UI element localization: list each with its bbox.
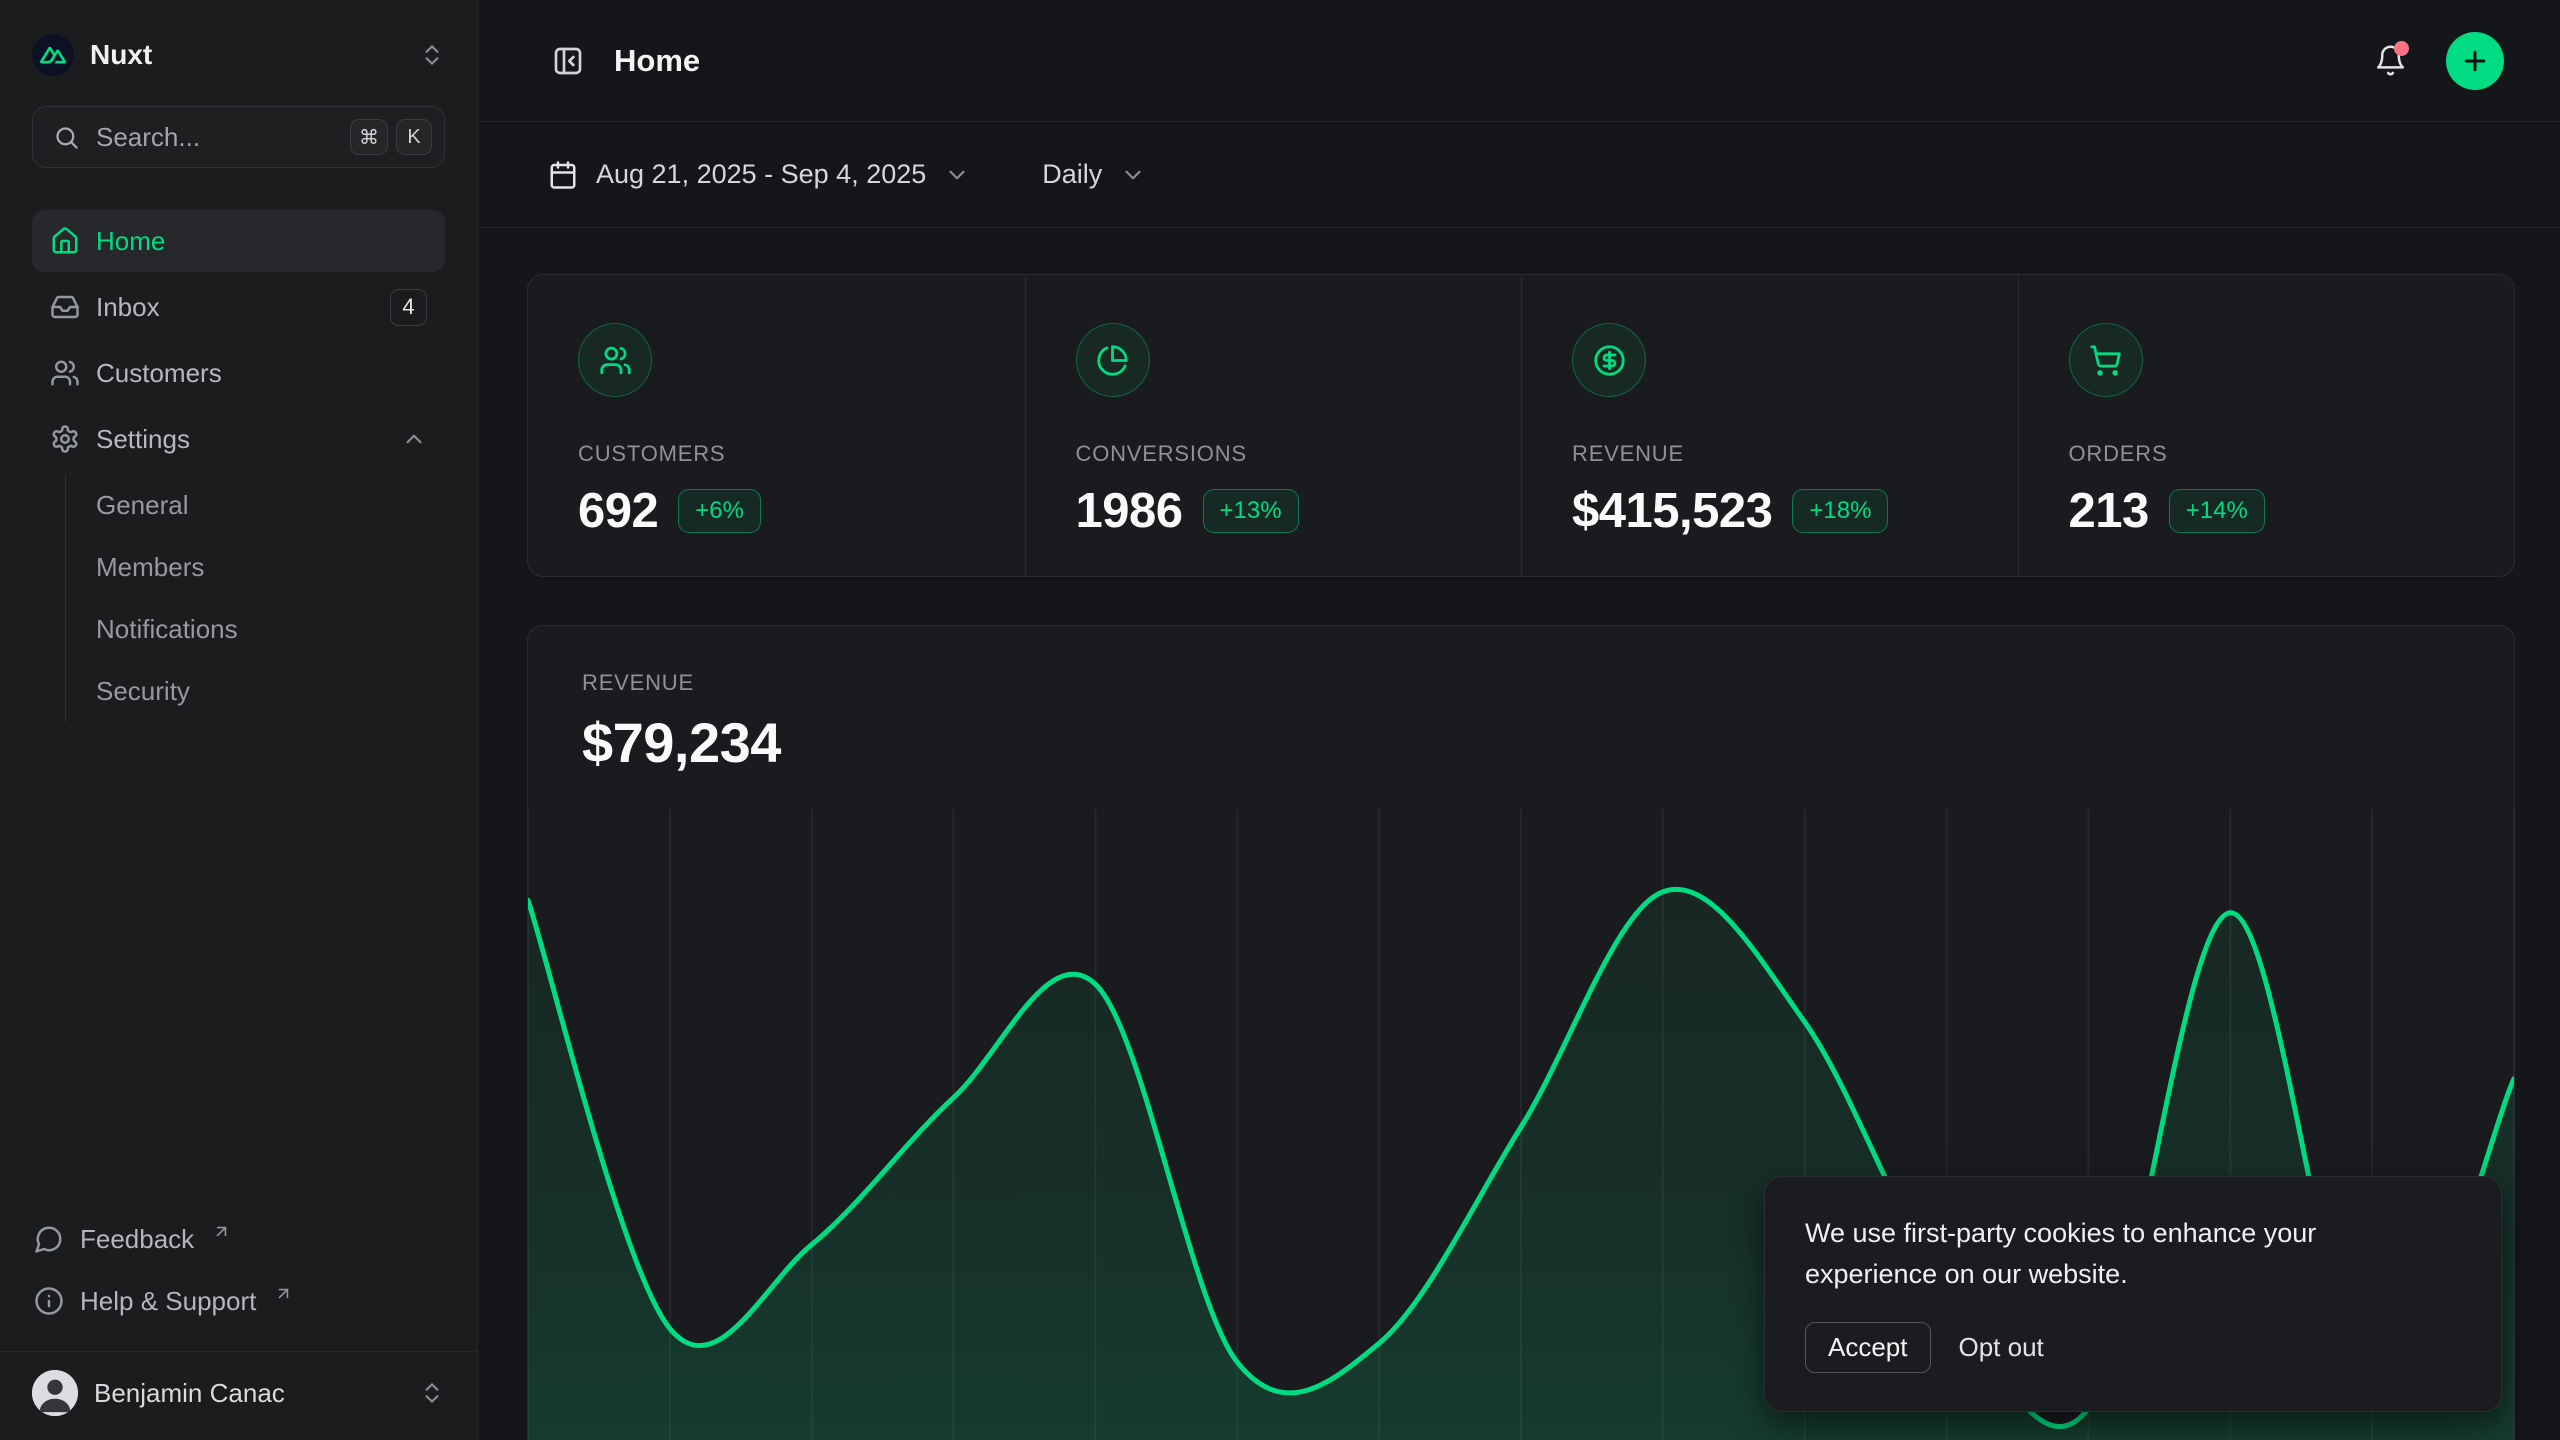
revenue-chart-head: REVENUE $79,234 xyxy=(528,626,2514,775)
sidebar-item-inbox[interactable]: Inbox 4 xyxy=(32,276,445,338)
notification-dot xyxy=(2394,41,2409,56)
user-name: Benjamin Canac xyxy=(94,1378,403,1409)
panel-left-close-icon xyxy=(552,45,584,77)
inbox-icon xyxy=(50,292,80,322)
stat-customers[interactable]: CUSTOMERS 692 +6% xyxy=(528,275,1025,576)
calendar-icon xyxy=(548,160,578,190)
revenue-chart-label: REVENUE xyxy=(582,670,2460,696)
nuxt-logo-icon xyxy=(32,34,74,76)
stat-label: CUSTOMERS xyxy=(578,441,1005,467)
help-support-label: Help & Support xyxy=(80,1286,256,1317)
stat-icon-badge xyxy=(2069,323,2143,397)
sidebar-item-settings[interactable]: Settings xyxy=(32,408,445,470)
sidebar: Nuxt Search... ⌘ K Home Inbox xyxy=(0,0,478,1440)
collapse-sidebar-button[interactable] xyxy=(548,41,588,81)
stat-revenue[interactable]: REVENUE $415,523 +18% xyxy=(1521,275,2018,576)
sidebar-footer: Feedback Help & Support xyxy=(32,1209,445,1351)
info-circle-icon xyxy=(34,1286,64,1316)
home-icon xyxy=(50,226,80,256)
stat-delta-badge: +6% xyxy=(678,489,761,533)
sidebar-item-label: Inbox xyxy=(96,292,374,323)
users-icon xyxy=(50,358,80,388)
sidebar-item-label: Settings xyxy=(96,424,385,455)
search-placeholder: Search... xyxy=(96,122,334,153)
date-range-picker[interactable]: Aug 21, 2025 - Sep 4, 2025 xyxy=(548,159,970,190)
sidebar-item-home[interactable]: Home xyxy=(32,210,445,272)
accept-cookies-button[interactable]: Accept xyxy=(1805,1322,1931,1373)
inbox-count-badge: 4 xyxy=(390,289,427,326)
sidebar-item-general[interactable]: General xyxy=(66,474,445,536)
chevron-down-icon xyxy=(944,162,970,188)
sidebar-item-security[interactable]: Security xyxy=(66,660,445,722)
search-icon xyxy=(53,124,80,151)
kbd-k: K xyxy=(396,119,432,155)
page-title: Home xyxy=(614,43,2342,79)
kbd-command: ⌘ xyxy=(350,119,388,155)
circle-dollar-icon xyxy=(1593,344,1626,377)
date-range-label: Aug 21, 2025 - Sep 4, 2025 xyxy=(596,159,926,190)
revenue-chart-value: $79,234 xyxy=(582,710,2460,775)
stat-label: REVENUE xyxy=(1572,441,1998,467)
stat-icon-badge xyxy=(1572,323,1646,397)
cookie-actions: Accept Opt out xyxy=(1805,1322,2461,1373)
settings-sub-list: General Members Notifications Security xyxy=(65,474,445,722)
granularity-label: Daily xyxy=(1042,159,1102,190)
feedback-link[interactable]: Feedback xyxy=(32,1209,445,1269)
gear-icon xyxy=(50,424,80,454)
stat-delta-badge: +18% xyxy=(1792,489,1888,533)
cookie-message: We use first-party cookies to enhance yo… xyxy=(1805,1213,2395,1294)
stat-icon-badge xyxy=(578,323,652,397)
stat-value: 692 xyxy=(578,483,658,539)
plus-icon xyxy=(2460,46,2490,76)
notifications-button[interactable] xyxy=(2368,39,2412,83)
add-button[interactable] xyxy=(2446,32,2504,90)
chevron-down-icon xyxy=(1120,162,1146,188)
search-shortcut: ⌘ K xyxy=(350,119,432,155)
search-input[interactable]: Search... ⌘ K xyxy=(32,106,445,168)
user-menu[interactable]: Benjamin Canac xyxy=(32,1370,445,1416)
chevrons-up-down-icon xyxy=(419,42,445,68)
workspace-switcher[interactable]: Nuxt xyxy=(32,34,445,76)
message-circle-icon xyxy=(34,1224,64,1254)
stat-value: 1986 xyxy=(1076,483,1183,539)
optout-cookies-button[interactable]: Opt out xyxy=(1953,1323,2050,1372)
stat-conversions[interactable]: CONVERSIONS 1986 +13% xyxy=(1025,275,1522,576)
sidebar-item-label: Home xyxy=(96,226,427,257)
sidebar-item-members[interactable]: Members xyxy=(66,536,445,598)
arrow-up-right-icon xyxy=(274,1284,293,1303)
granularity-select[interactable]: Daily xyxy=(1042,159,1146,190)
filters-toolbar: Aug 21, 2025 - Sep 4, 2025 Daily xyxy=(478,122,2560,228)
sidebar-item-customers[interactable]: Customers xyxy=(32,342,445,404)
help-support-link[interactable]: Help & Support xyxy=(32,1271,445,1331)
users-icon xyxy=(599,344,632,377)
cookie-banner: We use first-party cookies to enhance yo… xyxy=(1764,1176,2502,1412)
avatar xyxy=(32,1370,78,1416)
app-name: Nuxt xyxy=(90,39,403,71)
shopping-cart-icon xyxy=(2089,344,2122,377)
pie-chart-icon xyxy=(1096,344,1129,377)
stat-value: $415,523 xyxy=(1572,483,1772,539)
sidebar-nav: Home Inbox 4 Customers Settings xyxy=(32,210,445,722)
sidebar-item-label: Customers xyxy=(96,358,427,389)
stats-summary-card: CUSTOMERS 692 +6% CONVERSIONS 1986 +13% xyxy=(527,274,2515,577)
stat-icon-badge xyxy=(1076,323,1150,397)
sidebar-item-notifications[interactable]: Notifications xyxy=(66,598,445,660)
arrow-up-right-icon xyxy=(212,1222,231,1241)
stat-label: CONVERSIONS xyxy=(1076,441,1502,467)
stat-value: 213 xyxy=(2069,483,2149,539)
stat-delta-badge: +13% xyxy=(1203,489,1299,533)
stat-orders[interactable]: ORDERS 213 +14% xyxy=(2018,275,2515,576)
stat-label: ORDERS xyxy=(2069,441,2495,467)
page-header: Home xyxy=(478,0,2560,122)
chevrons-up-down-icon xyxy=(419,1380,445,1406)
stat-delta-badge: +14% xyxy=(2169,489,2265,533)
sidebar-user-section: Benjamin Canac xyxy=(0,1351,477,1440)
sidebar-inner: Nuxt Search... ⌘ K Home Inbox xyxy=(0,0,477,1351)
chevron-up-icon xyxy=(401,426,427,452)
feedback-label: Feedback xyxy=(80,1224,194,1255)
header-actions xyxy=(2368,32,2504,90)
